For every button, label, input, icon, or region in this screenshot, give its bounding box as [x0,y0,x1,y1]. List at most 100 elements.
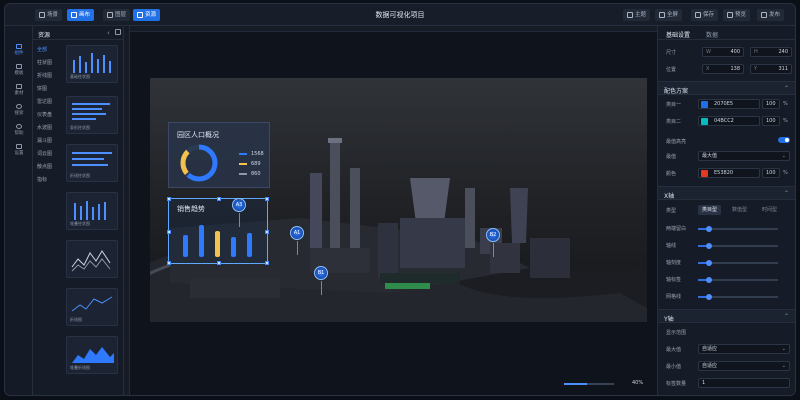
thumb-stacked-bar[interactable]: 堆叠柱状图 [66,192,118,230]
color1-field[interactable]: 2070E5 [698,99,760,109]
library-header: 资源 ‹ [33,26,123,40]
rail-item-components[interactable]: 组件 [7,42,31,59]
zoom-slider[interactable] [564,383,614,385]
legend-row: 1568 [239,151,264,157]
color1-opacity-field[interactable]: 100 [762,99,780,109]
tab-basic[interactable]: 基础设置 [666,30,690,39]
ymax-select[interactable]: 自适应 ⌄ [698,344,790,354]
scene-stage[interactable]: 园区人口概况 1568 689 860 销售趋势 A1 A3 B1 B2 [150,78,647,322]
rail-item-help[interactable]: 帮助 [7,122,31,139]
slider-knob[interactable] [706,260,712,266]
grid-line-slider[interactable] [698,294,778,300]
yaxis-section-header[interactable]: Y轴 ⌃ [658,309,795,323]
marker-pin[interactable]: B1 [314,266,328,295]
thumb-line[interactable]: 折线图 [66,288,118,326]
ymin-select[interactable]: 自适应 ⌄ [698,361,790,371]
category-gauge[interactable]: 仪表盘 [37,111,52,118]
marker-pin[interactable]: B2 [486,228,500,257]
category-wordcloud[interactable]: 词云图 [37,150,52,157]
zoom-control[interactable]: 40% [564,380,644,388]
rail-item-assets[interactable]: 素材 [7,82,31,99]
width-field[interactable]: W 400 [702,47,744,57]
resize-handle[interactable] [265,197,269,201]
x-field[interactable]: X 138 [702,64,744,74]
resize-handle[interactable] [265,230,269,234]
thumb-area[interactable]: 堆叠折线图 [66,336,118,374]
rail-item-settings[interactable]: 设置 [7,142,31,159]
thumb-line-chart[interactable] [66,240,118,278]
xaxis-type-category[interactable]: 类目型 [698,205,722,215]
boundary-gap-slider[interactable] [698,226,778,232]
marker-pin[interactable]: A1 [290,226,304,255]
tab-data[interactable]: 数据 [706,30,718,39]
xaxis-type-value[interactable]: 数值型 [728,205,751,215]
slider-knob[interactable] [706,226,712,232]
preview-button-label: 预览 [735,12,747,18]
line-icon [71,296,113,312]
resize-handle[interactable] [167,230,171,234]
highlight-color-field[interactable]: E53820 [698,168,760,178]
resize-handle[interactable] [265,261,269,265]
x-prefix: X [706,66,710,72]
save-button[interactable]: 保存 [691,9,719,21]
category-indicator[interactable]: 指标 [37,176,47,183]
resize-handle[interactable] [167,197,171,201]
percent-unit: % [783,101,788,107]
thumb-basic-bar[interactable]: 基础柱状图 [66,45,118,83]
tick-count-field[interactable]: 1 [698,378,790,388]
resize-handle[interactable] [167,261,171,265]
category-radar[interactable]: 雷达图 [37,98,52,105]
category-line[interactable]: 折线图 [37,72,52,79]
slider-knob[interactable] [706,277,712,283]
slider-knob[interactable] [706,294,712,300]
theme-button[interactable]: 主题 [623,9,651,21]
axis-tick-slider[interactable] [698,260,778,266]
sales-bars [183,225,252,257]
resize-handle[interactable] [217,261,221,265]
category-funnel[interactable]: 漏斗图 [37,137,52,144]
thumb-caption: 条形柱状图 [70,125,90,130]
category-pie[interactable]: 饼图 [37,85,47,92]
resize-handle[interactable] [217,197,221,201]
rail-item-search[interactable]: 搜索 [7,102,31,119]
slider-knob[interactable] [706,243,712,249]
population-overview-panel[interactable]: 园区人口概况 1568 689 860 [168,122,270,188]
category-bar[interactable]: 柱状图 [37,59,52,66]
preview-button[interactable]: 预览 [723,9,751,21]
xaxis-section-header[interactable]: X轴 ⌃ [658,186,795,200]
color-section-header[interactable]: 配色方案 ⌃ [658,81,795,95]
color2-opacity-field[interactable]: 100 [762,116,780,126]
highlight-opacity-field[interactable]: 100 [762,168,780,178]
height-field[interactable]: H 240 [750,47,792,57]
collapse-icon[interactable]: ‹ [107,29,110,37]
xaxis-type-time[interactable]: 时间型 [758,205,781,215]
thumb-caption: 折线柱状图 [70,173,90,178]
donut-gauge [180,144,218,182]
category-all[interactable]: 全部 [37,46,47,53]
publish-button[interactable]: 发布 [757,9,785,21]
marker-pin[interactable]: A3 [232,198,246,227]
axis-label-slider[interactable] [698,277,778,283]
highlight-type-select[interactable]: 最大值 ⌄ [698,151,790,161]
category-liquid[interactable]: 水波图 [37,124,52,131]
panel-toggle-icon[interactable] [115,29,121,35]
y-field[interactable]: Y 311 [750,64,792,74]
rail-item-templates[interactable]: 模板 [7,62,31,79]
color2-field[interactable]: 04BCC2 [698,116,760,126]
legend-swatch [239,172,247,175]
axis-line-slider[interactable] [698,243,778,249]
app-window: 场景 画布 图层 资源 数据可视化项目 主题 全屏 保存 预览 发布 组件 模板… [4,3,796,396]
rail-item-label: 素材 [14,91,24,96]
highlight-toggle[interactable] [778,137,790,143]
sales-trend-widget[interactable]: 销售趋势 [167,197,269,265]
color2-swatch [701,118,708,125]
xaxis-row-label: 两端留白 [666,226,687,232]
thumb-caption: 堆叠折线图 [70,365,90,370]
category-scatter[interactable]: 散点图 [37,163,52,170]
thumb-horizontal-bar[interactable]: 条形柱状图 [66,96,118,134]
thumb-line-bar[interactable]: 折线柱状图 [66,144,118,182]
fullscreen-button-label: 全屏 [667,12,679,18]
search-icon [16,104,22,109]
xaxis-row-label: 网格线 [666,294,682,300]
fullscreen-button[interactable]: 全屏 [655,9,683,21]
